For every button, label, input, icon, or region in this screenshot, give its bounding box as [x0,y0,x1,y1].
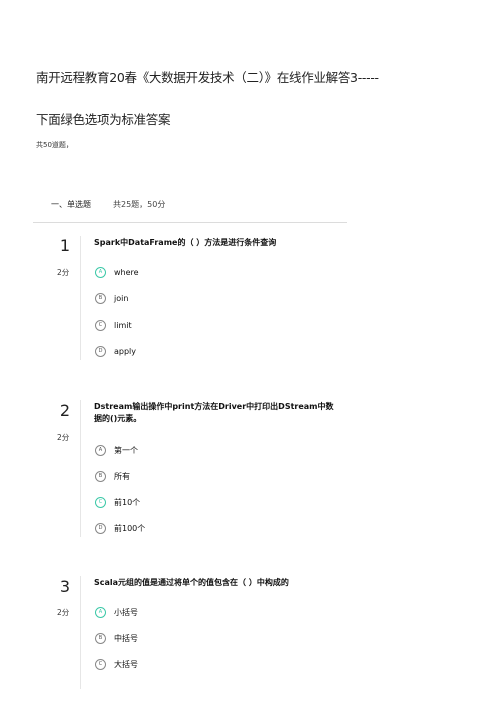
option-c[interactable]: C 大括号 [95,658,138,670]
option-label: where [114,267,139,277]
option-letter-icon: A [95,444,106,456]
question-divider-line [80,576,81,689]
section-label: 一、单选题 [51,200,91,209]
option-letter-icon: B [95,292,106,304]
option-b[interactable]: B 中括号 [95,632,138,644]
question-text: Dstream输出操作中print方法在Driver中打印出DStream中数据… [94,402,334,423]
option-label: 大括号 [114,659,138,669]
document-subtitle: 下面绿色选项为标准答案 [36,112,171,127]
option-d[interactable]: D 前100个 [95,522,145,534]
question-text: Spark中DataFrame的（ ）方法是进行条件查询 [94,238,277,247]
document-title: 南开远程教育20春《大数据开发技术（二）》在线作业解答3----- [36,70,379,85]
option-b[interactable]: B 所有 [95,470,130,482]
option-letter-icon: C [95,496,106,508]
option-label: limit [114,320,132,330]
option-letter-icon: D [95,522,106,534]
option-c[interactable]: C 前10个 [95,496,140,508]
section-header: 一、单选题 共25题，50分 [51,199,165,210]
question-number: 3 [59,577,71,596]
option-c[interactable]: C limit [95,319,132,331]
section-meta: 共25题，50分 [113,200,166,209]
question-divider-line [80,400,81,537]
option-label: 第一个 [114,445,138,455]
option-label: 前10个 [114,497,141,507]
option-letter-icon: B [95,632,106,644]
option-label: 小括号 [114,607,138,617]
option-a[interactable]: A 小括号 [95,606,138,618]
question-number: 2 [59,401,71,420]
option-a[interactable]: A where [95,266,139,278]
option-letter-icon: A [95,606,106,618]
question-score: 2分 [57,608,70,617]
option-a[interactable]: A 第一个 [95,444,138,456]
option-d[interactable]: D apply [95,345,136,357]
option-letter-icon: C [95,658,106,670]
option-label: 中括号 [114,633,138,643]
question-text: Scala元组的值是通过将单个的值包含在（ ）中构成的 [94,578,289,587]
section-divider [33,222,347,223]
question-score: 2分 [57,268,70,277]
question-score: 2分 [57,433,70,442]
option-label: apply [114,346,137,356]
question-count: 共50道题， [36,141,73,149]
question-number: 1 [59,236,71,255]
option-letter-icon: A [95,266,106,278]
question-divider-line [80,236,81,360]
option-letter-icon: D [95,345,106,357]
option-label: join [114,293,129,303]
option-letter-icon: C [95,319,106,331]
option-letter-icon: B [95,470,106,482]
option-label: 前100个 [114,523,146,533]
option-b[interactable]: B join [95,292,128,304]
option-label: 所有 [114,471,130,481]
